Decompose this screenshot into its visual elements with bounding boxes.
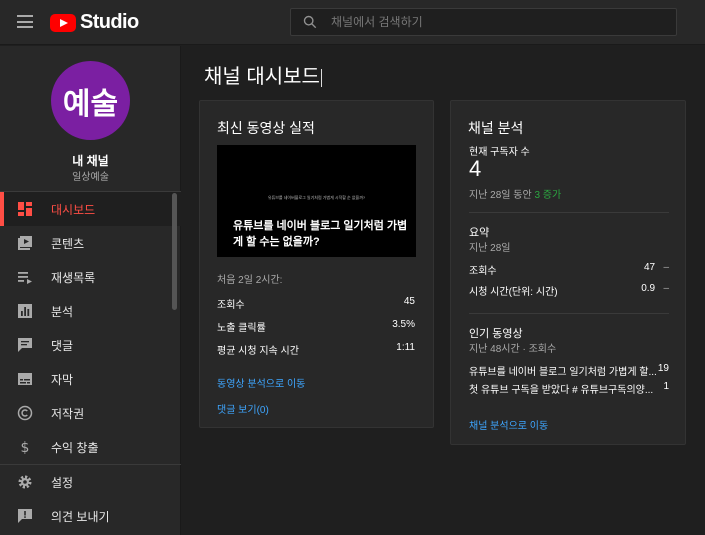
sidebar-item-feedback[interactable]: 의견 보내기 (0, 499, 181, 533)
youtube-studio-logo[interactable]: Studio (50, 11, 139, 34)
menu-icon[interactable] (17, 15, 33, 28)
channel-analytics-card: 채널 분석 현재 구독자 수 4 지난 28일 동안 3 증가 요약 지난 28… (450, 100, 686, 445)
avatar[interactable]: 예술 (51, 61, 130, 140)
copyright-icon (17, 405, 33, 421)
comment-icon (18, 338, 32, 352)
channel-name: 내 채널 (72, 154, 109, 168)
sidebar-item-playlists[interactable]: 재생목록 (0, 260, 181, 294)
stat-value: 1:11 (396, 342, 415, 353)
stat-value: 3.5% (392, 319, 415, 330)
subscribers-count: 4 (469, 156, 482, 181)
stat-label: 노출 클릭률 (217, 323, 266, 334)
summary-trend: – (663, 262, 669, 273)
stat-row: 조회수 45 (217, 296, 415, 311)
text-caret (320, 68, 322, 87)
divider (469, 313, 669, 314)
sidebar: 예술 내 채널 일상예술 대시보드 콘텐츠 재생목록 분석 댓글 자막 저작권 … (0, 46, 181, 535)
sidebar-item-monetization[interactable]: $ 수익 창출 (0, 430, 181, 464)
dashboard-icon (18, 202, 32, 216)
stat-row: 노출 클릭률 3.5% (217, 319, 415, 334)
summary-period: 지난 28일 (469, 243, 511, 254)
thumbnail-title-text: 유튜브를 네이버 블로그 일기처럼 가볍게 할 수는 없을까? (233, 220, 408, 248)
sidebar-item-analytics[interactable]: 분석 (0, 294, 181, 328)
stat-label: 평균 시청 지속 시간 (217, 346, 299, 357)
summary-trend: – (663, 283, 669, 294)
top-video-row[interactable]: 첫 유튜브 구독을 받았다 # 유튜브구독의양... 1 (469, 381, 669, 396)
video-analytics-link[interactable]: 동영상 분석으로 이동 (217, 375, 305, 390)
sidebar-item-label: 재생목록 (51, 270, 96, 285)
sidebar-scrollbar[interactable] (172, 193, 177, 310)
top-videos-title: 인기 동영상 (469, 328, 523, 340)
search-icon[interactable] (303, 15, 317, 29)
summary-row: 시청 시간(단위: 시간) 0.9 – (469, 283, 669, 298)
sidebar-item-comments[interactable]: 댓글 (0, 328, 181, 362)
stats-period: 처음 2일 2시간: (217, 275, 283, 286)
search-input[interactable] (331, 15, 676, 29)
divider (469, 212, 669, 213)
stat-row: 평균 시청 지속 시간 1:11 (217, 342, 415, 357)
stat-value: 45 (403, 296, 415, 307)
top-video-title[interactable]: 유튜브를 네이버 블로그 일기처럼 가볍게 할... (469, 363, 657, 378)
channel-handle: 일상예술 (72, 172, 109, 183)
subscribers-period: 지난 28일 동안 (469, 190, 532, 201)
sidebar-item-label: 수익 창출 (51, 440, 99, 455)
playlist-icon (18, 272, 32, 284)
top-videos-period: 지난 48시간 · 조회수 (469, 344, 557, 355)
top-video-row[interactable]: 유튜브를 네이버 블로그 일기처럼 가볍게 할... 19 (469, 363, 669, 378)
sidebar-item-label: 분석 (51, 304, 74, 319)
top-video-views: 1 (663, 381, 669, 392)
card-title: 채널 분석 (468, 120, 524, 136)
summary-value: 0.9 (641, 283, 656, 294)
summary-value: 47 (643, 262, 656, 273)
top-video-views: 19 (657, 363, 669, 374)
sidebar-item-label: 콘텐츠 (51, 236, 85, 251)
stat-label: 조회수 (217, 300, 245, 311)
thumbnail-small-text: 유튜브를 네이버블로그 일기처럼 가볍게 시작할 순 없을까? (267, 195, 366, 200)
view-comments-link[interactable]: 댓글 보기(0) (217, 401, 269, 416)
gear-icon (18, 475, 32, 489)
page-title-text: 채널 대시보드 (204, 66, 320, 88)
summary-label: 조회수 (469, 266, 497, 277)
feedback-icon (18, 509, 32, 523)
latest-video-card: 최신 동영상 실적 유튜브를 네이버블로그 일기처럼 가볍게 시작할 순 없을까… (199, 100, 434, 428)
subtitles-icon (18, 373, 32, 385)
svg-text:$: $ (21, 440, 30, 455)
subscribers-delta: 3 증가 (534, 190, 562, 201)
dollar-icon: $ (21, 440, 30, 455)
sidebar-item-label: 의견 보내기 (51, 509, 110, 524)
subscribers-change: 지난 28일 동안 3 증가 (469, 186, 561, 201)
card-title: 최신 동영상 실적 (217, 120, 315, 136)
sidebar-item-settings[interactable]: 설정 (0, 465, 181, 499)
channel-analytics-link[interactable]: 채널 분석으로 이동 (469, 417, 548, 432)
sidebar-item-label: 설정 (51, 475, 74, 490)
sidebar-item-copyright[interactable]: 저작권 (0, 396, 181, 430)
page-title: 채널 대시보드 (204, 60, 322, 89)
search-box[interactable] (290, 8, 677, 36)
sidebar-nav: 대시보드 콘텐츠 재생목록 분석 댓글 자막 저작권 $ 수익 창출 설정 의견… (0, 191, 181, 533)
summary-value-group: 47 – (644, 262, 669, 277)
summary-title: 요약 (469, 227, 490, 239)
top-video-title[interactable]: 첫 유튜브 구독을 받았다 # 유튜브구독의양... (469, 381, 653, 396)
logo-text: Studio (80, 11, 139, 33)
sidebar-item-label: 댓글 (51, 338, 74, 353)
summary-row: 조회수 47 – (469, 262, 669, 277)
sidebar-item-label: 저작권 (51, 406, 85, 421)
summary-value-group: 0.9 – (641, 283, 669, 298)
sidebar-item-content[interactable]: 콘텐츠 (0, 226, 181, 260)
youtube-icon (50, 13, 76, 32)
video-thumbnail[interactable]: 유튜브를 네이버블로그 일기처럼 가볍게 시작할 순 없을까? 유튜브를 네이버… (217, 145, 416, 257)
top-bar: Studio (0, 0, 705, 45)
sidebar-item-dashboard[interactable]: 대시보드 (0, 192, 181, 226)
sidebar-item-subtitles[interactable]: 자막 (0, 362, 181, 396)
analytics-icon (18, 304, 32, 318)
sidebar-item-label: 대시보드 (51, 202, 96, 217)
sidebar-item-label: 자막 (51, 372, 74, 387)
summary-label: 시청 시간(단위: 시간) (469, 287, 558, 298)
video-library-icon (18, 236, 32, 250)
